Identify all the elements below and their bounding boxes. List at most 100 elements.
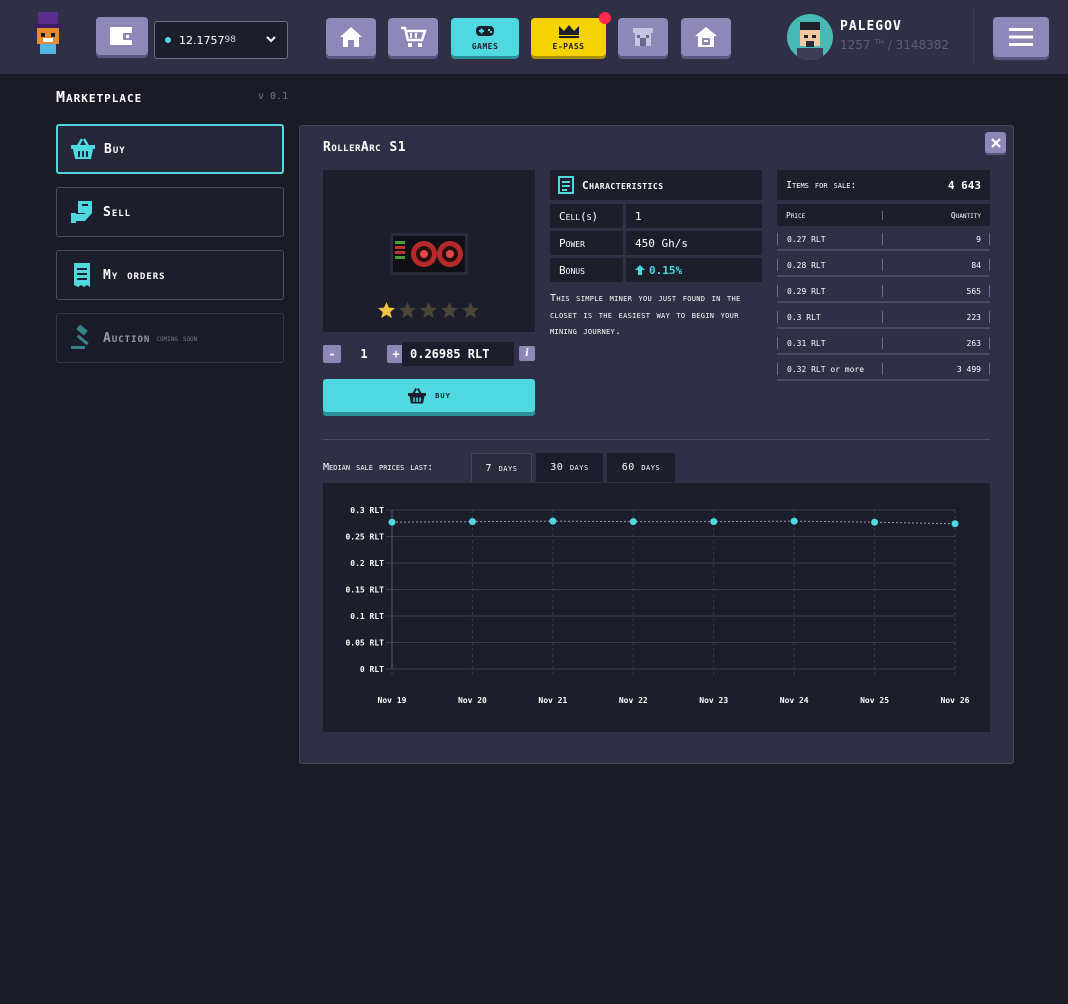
- section-divider: [323, 439, 990, 440]
- house-icon: [695, 27, 717, 47]
- characteristic-value: 0.15%: [626, 258, 762, 282]
- characteristic-row: Power 450 Gh/s: [550, 231, 762, 255]
- avatar[interactable]: [787, 14, 833, 60]
- items-for-sale-label: Items for sale:: [786, 179, 857, 191]
- data-point: [871, 518, 879, 526]
- characteristic-key: Bonus: [550, 258, 623, 282]
- items-for-sale-count: 4 643: [947, 178, 981, 192]
- sidebar-item-label: Sell: [103, 204, 132, 220]
- x-tick-label: Nov 24: [780, 696, 809, 705]
- star-icon: [377, 301, 396, 319]
- menu-button[interactable]: [993, 17, 1049, 57]
- data-point: [388, 518, 396, 526]
- data-point: [629, 518, 637, 526]
- table-row[interactable]: 0.28 RLT 84: [777, 255, 990, 277]
- chevron-down-icon: [266, 36, 276, 43]
- version-label: v 0.1: [258, 91, 289, 102]
- nav-games-label: GAMES: [471, 42, 499, 51]
- x-tick-label: Nov 22: [619, 696, 648, 705]
- star-icon: [440, 301, 459, 319]
- nav-home-button[interactable]: [326, 18, 376, 56]
- row-price: 0.32 RLT or more: [777, 363, 883, 375]
- nav-market-button[interactable]: [388, 18, 438, 56]
- row-quantity: 223: [883, 311, 990, 323]
- data-point: [710, 518, 718, 526]
- balance-value: 12.1757: [179, 33, 225, 47]
- price-chart-svg: 0 RLT 0.05 RLT 0.1 RLT 0.15 RLT 0.2 RLT 0.25 …: [345, 506, 969, 705]
- price-chart: 0 RLT 0.05 RLT 0.1 RLT 0.15 RLT 0.2 RLT 0.25 …: [323, 483, 990, 732]
- nav-room-button[interactable]: [681, 18, 731, 56]
- sidebar-item-label: Buy: [104, 141, 126, 157]
- hamburger-icon: [1009, 28, 1033, 46]
- items-for-sale-header: Items for sale: 4 643: [777, 170, 990, 200]
- nav-epass-button[interactable]: E-PASS: [531, 12, 611, 56]
- x-tick-label: Nov 19: [378, 696, 407, 705]
- sidebar-item-auction: Auction coming soon: [56, 313, 284, 363]
- data-point: [468, 518, 476, 526]
- y-tick-label: 0.2 RLT: [350, 559, 384, 568]
- characteristic-key: Power: [550, 231, 623, 255]
- close-button[interactable]: [985, 132, 1006, 153]
- balance-decimals: 98: [224, 35, 236, 45]
- row-price: 0.31 RLT: [777, 337, 883, 349]
- characteristic-value: 1: [626, 204, 762, 228]
- row-quantity: 565: [883, 285, 990, 297]
- sidebar-item-label: Auction: [103, 330, 151, 346]
- wallet-button[interactable]: [96, 17, 148, 55]
- quantity-value[interactable]: 1: [341, 347, 387, 361]
- nav-store-button[interactable]: [618, 18, 668, 56]
- logo-icon[interactable]: [28, 10, 68, 62]
- top-bar: 12.1757 98 GAMES E-PASS PALEGOV 1257 TH …: [0, 0, 1068, 74]
- y-tick-label: 0.25 RLT: [345, 533, 384, 542]
- gavel-icon: [69, 325, 95, 351]
- row-quantity: 263: [883, 337, 990, 349]
- nav-games-button[interactable]: GAMES: [451, 18, 519, 56]
- table-row[interactable]: 0.27 RLT 9: [777, 229, 990, 251]
- tab-7-days[interactable]: 7 days: [471, 453, 532, 482]
- row-price: 0.29 RLT: [777, 285, 883, 297]
- buy-button-label: buy: [435, 390, 451, 401]
- table-row[interactable]: 0.32 RLT or more 3 499: [777, 359, 990, 381]
- item-title: RollerArc S1: [323, 140, 407, 155]
- data-point: [549, 517, 557, 525]
- close-icon: [990, 137, 1001, 148]
- x-tick-label: Nov 21: [538, 696, 567, 705]
- star-icon: [419, 301, 438, 319]
- y-tick-label: 0.15 RLT: [345, 586, 384, 595]
- y-tick-label: 0.3 RLT: [350, 506, 384, 515]
- sidebar-item-my-orders[interactable]: My orders: [56, 250, 284, 300]
- balance-selector[interactable]: 12.1757 98: [154, 21, 288, 59]
- cart-icon: [401, 26, 427, 47]
- info-button[interactable]: i: [519, 346, 535, 361]
- receipt-icon: [69, 262, 95, 288]
- arrow-up-icon: [635, 265, 645, 275]
- total-price: 0.26985 RLT: [402, 342, 514, 366]
- coming-soon-badge: coming soon: [156, 333, 198, 343]
- characteristic-row: Cell(s) 1: [550, 204, 762, 228]
- decrease-quantity-button[interactable]: -: [323, 345, 341, 363]
- buy-button[interactable]: buy: [323, 379, 535, 412]
- star-icon: [461, 301, 480, 319]
- item-description: This simple miner you just found in the …: [550, 293, 741, 337]
- y-tick-label: 0 RLT: [360, 665, 384, 674]
- username[interactable]: PALEGOV: [840, 19, 902, 34]
- quantity-stepper: - 1 +: [323, 342, 405, 366]
- table-row[interactable]: 0.29 RLT 565: [777, 281, 990, 303]
- sidebar-item-buy[interactable]: Buy: [56, 124, 284, 174]
- data-point: [951, 520, 959, 528]
- document-icon: [558, 176, 574, 194]
- x-tick-label: Nov 25: [860, 696, 889, 705]
- series-line: [391, 520, 956, 525]
- sidebar-item-sell[interactable]: Sell: [56, 187, 284, 237]
- page-title: Marketplace: [56, 88, 143, 106]
- x-tick-label: Nov 23: [699, 696, 728, 705]
- table-row[interactable]: 0.31 RLT 263: [777, 333, 990, 355]
- gamepad-icon: [476, 26, 494, 36]
- data-point: [790, 517, 798, 525]
- table-row[interactable]: 0.3 RLT 223: [777, 307, 990, 329]
- basket-icon: [408, 387, 427, 403]
- y-tick-label: 0.05 RLT: [345, 639, 384, 648]
- characteristic-row: Bonus 0.15%: [550, 258, 762, 282]
- tab-60-days[interactable]: 60 days: [607, 453, 675, 482]
- tab-30-days[interactable]: 30 days: [536, 453, 603, 482]
